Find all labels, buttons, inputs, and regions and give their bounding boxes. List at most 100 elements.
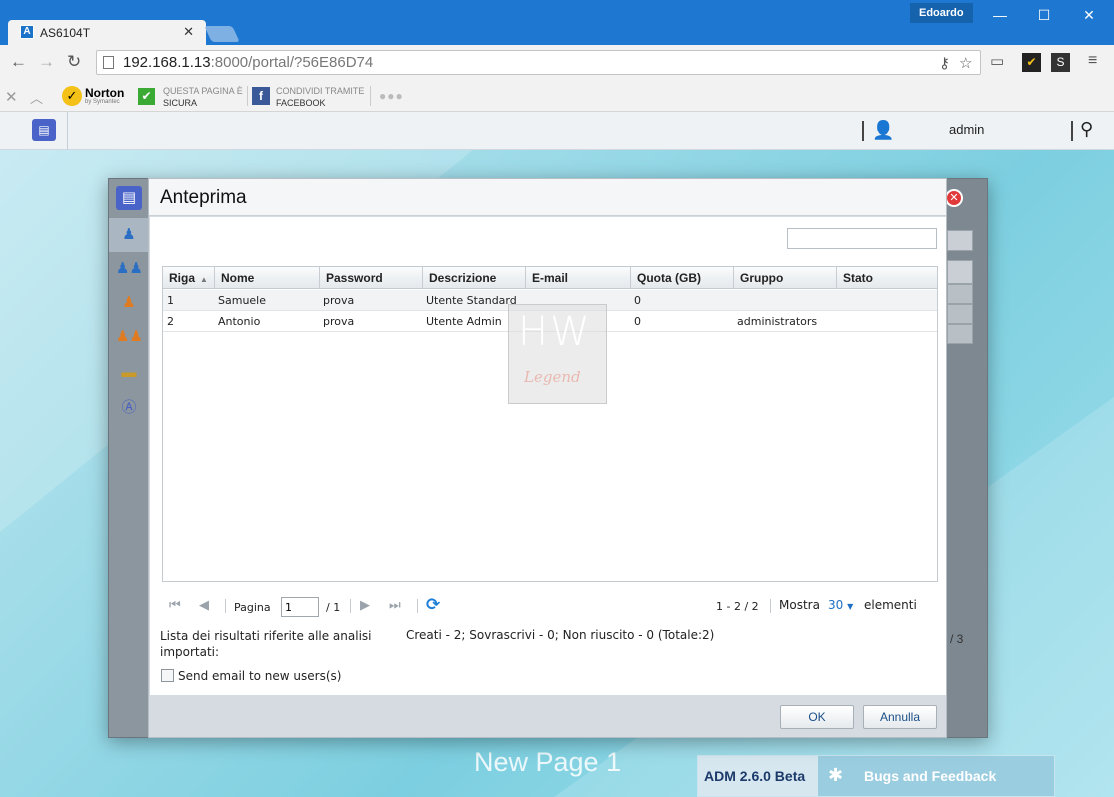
first-page-icon[interactable]: ⏮ <box>169 597 181 613</box>
url-text: 192.168.1.13:8000/portal/?56E86D74 <box>123 54 373 71</box>
bug-icon[interactable]: ✱ <box>828 765 843 786</box>
adm-taskbar: ▤ 👤 admin ⚲ <box>0 112 1114 150</box>
reload-icon[interactable]: ↻ <box>67 52 81 72</box>
cell-password: prova <box>323 315 355 328</box>
user-icon[interactable]: 👤 <box>872 120 894 141</box>
minimize-button[interactable]: — <box>977 4 1023 26</box>
browser-titlebar: A AS6104T ✕ Edoardo — ☐ ✕ <box>0 0 1114 45</box>
page-label: Pagina <box>234 601 271 614</box>
share-line1: CONDIVIDI TRAMITE <box>276 86 365 96</box>
extension-bar: ✕ ︿ ✓ Norton by Symantec ✔ QUESTA PAGINA… <box>0 81 1114 112</box>
refresh-icon[interactable]: ⟳ <box>426 595 440 615</box>
access-control-icon[interactable]: ▤ <box>116 186 142 210</box>
menu-icon[interactable]: ≡ <box>1088 52 1097 70</box>
safe-page-status[interactable]: QUESTA PAGINA È SICURA <box>163 85 243 109</box>
grid-pager: ⏮ ◀ Pagina / 1 ▶ ⏭ ⟳ 1 - 2 / 2 Mostra 30… <box>161 595 937 619</box>
last-page-icon[interactable]: ⏭ <box>389 597 401 613</box>
adm-version-badge: ADM 2.6.0 Beta ✱ Bugs and Feedback <box>697 755 1055 797</box>
username-label[interactable]: admin <box>949 122 984 137</box>
bookmark-star-icon[interactable]: ☆ <box>959 54 972 72</box>
cell-gruppo: administrators <box>737 315 818 328</box>
app-privileges-icon[interactable]: Ⓐ <box>116 396 142 420</box>
column-header-riga[interactable]: Riga ▲ <box>163 267 215 289</box>
key-icon[interactable]: ⚷ <box>939 54 950 72</box>
show-label: Mostra <box>779 598 820 612</box>
divider <box>417 599 418 613</box>
dialog-body: Riga ▲ Nome Password Descrizione E-mail Q… <box>150 217 946 695</box>
column-header-gruppo[interactable]: Gruppo <box>734 267 837 289</box>
access-control-app-icon[interactable]: ▤ <box>32 119 56 141</box>
background-field <box>947 230 973 251</box>
ad-group-icon[interactable]: ♟♟ <box>116 325 143 349</box>
dialog-header: Anteprima <box>149 179 946 216</box>
send-email-label[interactable]: Send email to new users(s) <box>178 669 341 683</box>
asustor-favicon-icon: A <box>20 25 34 39</box>
divider <box>225 599 226 613</box>
page-size-select[interactable]: 30 ▼ <box>828 598 853 612</box>
page-number-input[interactable] <box>281 597 319 617</box>
search-input[interactable] <box>787 228 937 249</box>
close-window-button[interactable]: ✕ <box>1066 4 1112 26</box>
cell-nome: Antonio <box>218 315 261 328</box>
next-page-icon[interactable]: ▶ <box>360 597 370 613</box>
page-total: / 1 <box>326 601 341 614</box>
maximize-button[interactable]: ☐ <box>1021 4 1067 26</box>
dialog-title: Anteprima <box>160 187 247 208</box>
items-label: elementi <box>864 598 917 612</box>
prev-page-icon[interactable]: ◀ <box>199 597 209 613</box>
shared-folder-icon[interactable]: ▬ <box>116 361 142 385</box>
cast-icon[interactable]: ▭ <box>990 52 1004 70</box>
divider <box>67 112 68 150</box>
url-port-path: :8000/portal/?56E86D74 <box>210 54 374 71</box>
background-grid-header <box>947 260 973 284</box>
column-header-password[interactable]: Password <box>320 267 423 289</box>
background-pager-total: / 3 <box>950 632 964 646</box>
tab-close-icon[interactable]: ✕ <box>183 24 194 40</box>
divider <box>770 599 771 613</box>
cell-password: prova <box>323 294 355 307</box>
ok-button[interactable]: OK <box>780 705 854 729</box>
safe-line2: SICURA <box>163 98 198 108</box>
profile-button[interactable]: Edoardo <box>910 3 973 23</box>
background-grid-row <box>947 324 973 344</box>
safe-check-icon: ✔ <box>138 88 155 105</box>
ad-user-icon[interactable]: ♟ <box>116 291 142 315</box>
search-icon[interactable]: ⚲ <box>1080 119 1093 140</box>
column-header-quota[interactable]: Quota (GB) <box>631 267 734 289</box>
cell-riga: 1 <box>167 294 174 307</box>
watermark-small-text: Legend <box>524 368 581 386</box>
bugs-feedback-link[interactable]: Bugs and Feedback <box>864 768 996 784</box>
column-header-email[interactable]: E-mail <box>526 267 631 289</box>
new-tab-button[interactable] <box>204 26 240 42</box>
more-dots-icon[interactable]: ●●● <box>379 89 404 103</box>
local-group-icon[interactable]: ♟♟ <box>116 257 143 281</box>
column-label: Riga <box>169 271 196 285</box>
address-bar[interactable]: 192.168.1.13:8000/portal/?56E86D74 ⚷ ☆ <box>96 50 981 75</box>
browser-tab-active[interactable]: A AS6104T ✕ <box>8 20 206 45</box>
local-user-icon[interactable]: ♟ <box>109 218 149 252</box>
back-arrow-icon[interactable]: ← <box>10 52 27 72</box>
norton-by: by Symantec <box>85 99 120 105</box>
column-header-descrizione[interactable]: Descrizione <box>423 267 526 289</box>
cancel-button[interactable]: Annulla <box>863 705 937 729</box>
column-header-stato[interactable]: Stato <box>837 267 937 289</box>
background-grid-row <box>947 284 973 304</box>
desktop-page-label: New Page 1 <box>474 747 622 777</box>
divider <box>350 599 351 613</box>
cell-riga: 2 <box>167 315 174 328</box>
close-bar-icon[interactable]: ✕ <box>5 88 18 106</box>
hwlegend-watermark-logo: HW Legend <box>508 304 607 404</box>
background-grid-row <box>947 304 973 324</box>
window-close-icon[interactable]: ✕ <box>945 189 963 207</box>
cell-quota: 0 <box>634 294 641 307</box>
norton-extension-icon[interactable]: ✔ <box>1022 53 1041 72</box>
collapse-icon[interactable]: ︿ <box>30 88 43 107</box>
sort-asc-icon: ▲ <box>200 275 208 284</box>
forward-arrow-icon[interactable]: → <box>38 52 55 72</box>
share-facebook-link[interactable]: CONDIVIDI TRAMITE FACEBOOK <box>276 85 364 109</box>
divider <box>370 86 371 106</box>
send-email-checkbox[interactable] <box>161 669 174 682</box>
column-header-nome[interactable]: Nome <box>215 267 320 289</box>
script-extension-icon[interactable]: S <box>1051 53 1070 72</box>
preview-dialog: Anteprima Riga ▲ Nome Password Descrizion… <box>148 178 947 738</box>
